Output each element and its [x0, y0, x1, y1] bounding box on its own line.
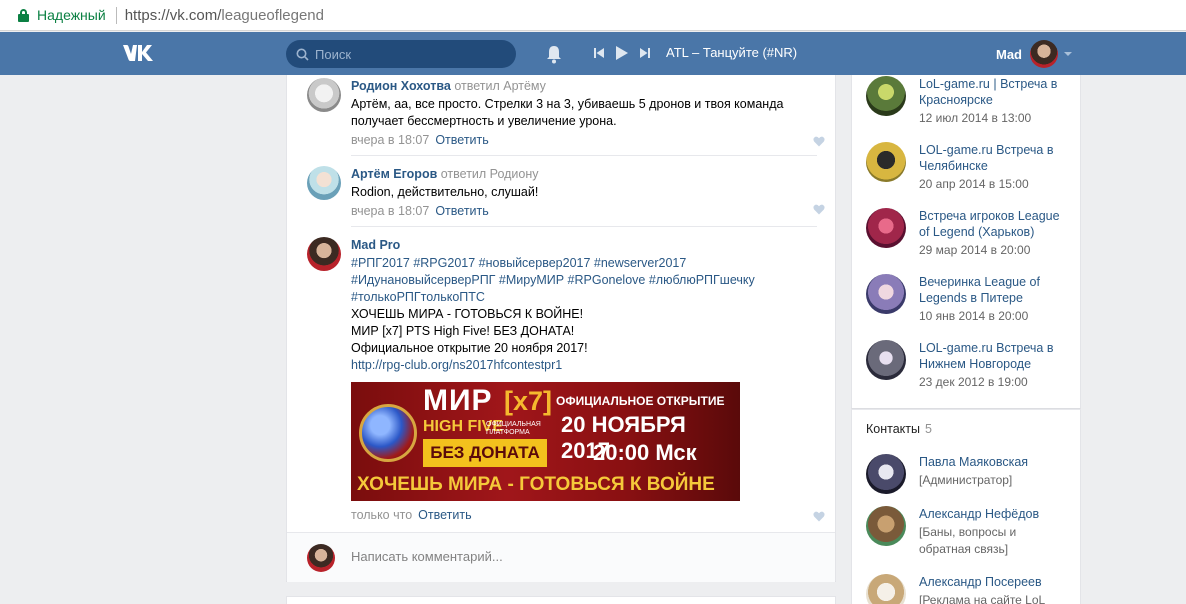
contact-role: [Реклама на сайте LoL	[919, 593, 1046, 604]
now-playing-track[interactable]: ATL – Танцуйте (#NR)	[666, 45, 797, 60]
comment-author[interactable]: Родион Хохотва	[351, 79, 451, 93]
banner-opening: ОФИЦИАЛЬНОЕ ОТКРЫТИЕ	[556, 394, 725, 408]
comment-time[interactable]: вчера в 18:07	[351, 133, 429, 147]
banner-platform: ОФИЦИАЛЬНАЯ ПЛАТФОРМА	[486, 421, 541, 436]
comment-text: Артём, аа, все просто. Стрелки 3 на 3, у…	[351, 97, 784, 128]
contact-name[interactable]: Александр Нефёдов	[919, 506, 1069, 522]
comment-author[interactable]: Mad Pro	[351, 238, 400, 252]
event-title[interactable]: LOL-game.ru Встреча в Челябинске	[919, 142, 1069, 174]
events-panel: LoL-game.ru | Встреча в Красноярске 12 ию…	[851, 75, 1081, 409]
search-input[interactable]	[315, 46, 505, 62]
comment-author[interactable]: Артём Егоров	[351, 167, 437, 181]
comment-time[interactable]: только что	[351, 508, 412, 522]
contacts-panel: Контакты 5 Павла Маяковская [Администратор…	[851, 409, 1081, 604]
comment-divider	[351, 155, 817, 156]
my-avatar	[307, 544, 335, 572]
event-avatar[interactable]	[866, 76, 906, 116]
browser-address-bar: Надежный https://vk.com/leagueoflegend	[0, 0, 1186, 31]
comments-panel: Родион Хохотва ответил Артёму Артём, аа,…	[286, 75, 836, 582]
previous-track-icon[interactable]	[593, 47, 605, 59]
hashtags[interactable]: #ИдунановыйсерверРПГ #МируМИР #RPGonelov…	[351, 272, 821, 289]
comment-text: #РПГ2017 #RPG2017 #новыйсервер2017 #news…	[351, 255, 821, 374]
globe-logo-icon	[359, 404, 417, 462]
like-heart-icon[interactable]	[813, 204, 825, 215]
commenter-avatar[interactable]	[307, 166, 341, 200]
contact-name[interactable]: Александр Посереев	[919, 574, 1069, 590]
event-title[interactable]: LoL-game.ru | Встреча в Красноярске	[919, 76, 1069, 108]
next-post-card	[286, 596, 836, 604]
event-title[interactable]: Вечеринка League of Legends в Питере	[919, 274, 1069, 306]
comment-text: Rodion, действительно, слушай!	[351, 185, 539, 199]
event-date: 10 янв 2014 в 20:00	[919, 309, 1029, 323]
event-date: 23 дек 2012 в 19:00	[919, 375, 1028, 389]
comment-time[interactable]: вчера в 18:07	[351, 204, 429, 218]
comment-divider	[351, 226, 817, 227]
contact-avatar[interactable]	[866, 454, 906, 494]
play-icon[interactable]	[615, 45, 629, 61]
reply-button[interactable]: Ответить	[435, 133, 488, 147]
event-date: 29 мар 2014 в 20:00	[919, 243, 1031, 257]
commenter-avatar[interactable]	[307, 237, 341, 271]
contacts-header[interactable]: Контакты 5	[866, 422, 932, 436]
contacts-count: 5	[925, 422, 932, 436]
contact-avatar[interactable]	[866, 574, 906, 604]
banner-x7: [x7]	[504, 386, 553, 416]
next-track-icon[interactable]	[639, 47, 651, 59]
hashtags[interactable]: #РПГ2017 #RPG2017 #новыйсервер2017 #news…	[351, 255, 821, 272]
event-avatar[interactable]	[866, 274, 906, 314]
reply-button[interactable]: Ответить	[418, 508, 471, 522]
reply-button[interactable]: Ответить	[435, 204, 488, 218]
event-title[interactable]: LOL-game.ru Встреча в Нижнем Новгороде	[919, 340, 1069, 372]
event-date: 12 июл 2014 в 13:00	[919, 111, 1032, 125]
comment-replied-to[interactable]: ответил Артёму	[454, 79, 546, 93]
lock-icon	[18, 8, 29, 22]
contact-role: [Баны, вопросы и обратная связь]	[919, 525, 1017, 556]
comment-input[interactable]: Написать комментарий...	[351, 549, 503, 564]
contact-avatar[interactable]	[866, 506, 906, 546]
comment-replied-to[interactable]: ответил Родиону	[441, 167, 539, 181]
search-box[interactable]	[286, 40, 516, 68]
notifications-bell-icon[interactable]	[545, 44, 563, 64]
audio-player	[593, 45, 651, 61]
like-heart-icon[interactable]	[813, 136, 825, 147]
search-icon	[296, 48, 309, 61]
event-avatar[interactable]	[866, 340, 906, 380]
hashtags[interactable]: #толькоРПГтолькоПТС	[351, 289, 821, 306]
contact-role: [Администратор]	[919, 473, 1013, 487]
banner-mir: МИР	[423, 384, 493, 417]
event-date: 20 апр 2014 в 15:00	[919, 177, 1029, 191]
url-field[interactable]: https://vk.com/leagueoflegend	[125, 7, 324, 24]
vk-logo-icon[interactable]	[121, 42, 155, 64]
user-avatar[interactable]	[1030, 40, 1058, 68]
write-comment-bar: Написать комментарий...	[287, 532, 835, 582]
user-name[interactable]: Mad	[996, 47, 1022, 62]
like-heart-icon[interactable]	[813, 511, 825, 522]
vk-header: ATL – Танцуйте (#NR) Mad	[0, 32, 1186, 75]
post-link[interactable]: http://rpg-club.org/ns2017hfcontestpr1	[351, 357, 821, 374]
banner-time: 20:00 Мск	[593, 440, 697, 465]
event-avatar[interactable]	[866, 208, 906, 248]
banner-no-donate: БЕЗ ДОНАТА	[423, 439, 547, 467]
chevron-down-icon[interactable]	[1064, 52, 1072, 56]
promo-banner-image[interactable]: МИР [x7] HIGH FIVE ОФИЦИАЛЬНАЯ ПЛАТФОРМА…	[351, 382, 740, 501]
event-title[interactable]: Встреча игроков League of Legend (Харько…	[919, 208, 1069, 240]
secure-label: Надежный	[37, 7, 106, 23]
contact-name[interactable]: Павла Маяковская	[919, 454, 1069, 470]
user-menu[interactable]: Mad	[996, 40, 1072, 68]
address-separator	[115, 6, 117, 24]
commenter-avatar[interactable]	[307, 78, 341, 112]
banner-slogan: ХОЧЕШЬ МИРА - ГОТОВЬСЯ К ВОЙНЕ	[357, 474, 715, 495]
event-avatar[interactable]	[866, 142, 906, 182]
